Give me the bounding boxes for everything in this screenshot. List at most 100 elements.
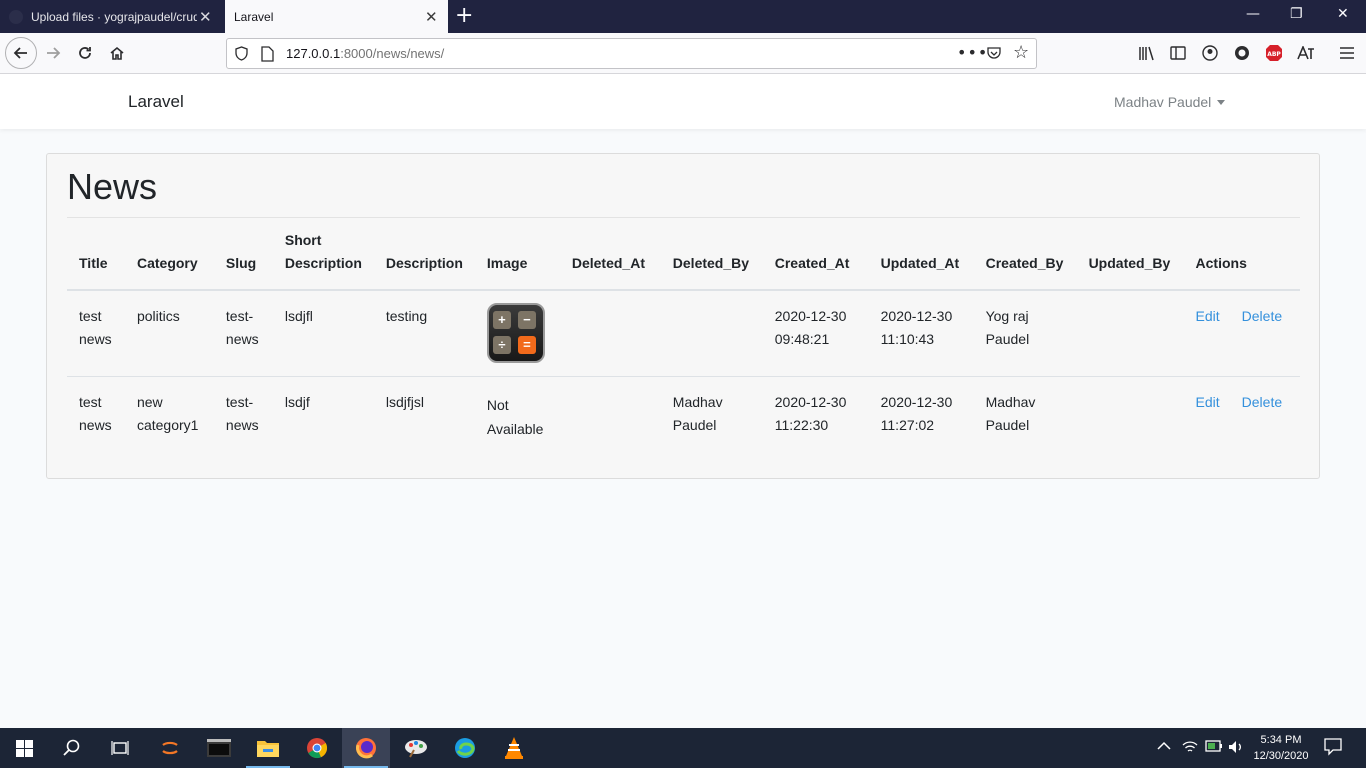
windows-taskbar: 5:34 PM 12/30/2020 <box>0 728 1366 768</box>
notification-icon[interactable] <box>1324 738 1342 760</box>
cell-actions: Edit Delete <box>1183 290 1300 377</box>
cell-slug: test-news <box>213 290 273 377</box>
library-icon[interactable] <box>1137 43 1157 63</box>
page-actions-icon[interactable]: ••• <box>957 43 988 62</box>
search-icon[interactable] <box>60 736 84 760</box>
delete-link[interactable]: Delete <box>1242 308 1282 324</box>
cell-description: testing <box>373 290 475 377</box>
reload-button[interactable] <box>70 38 100 68</box>
cell-short-description: lsdjfl <box>272 290 374 377</box>
caret-down-icon <box>1217 99 1226 105</box>
cell-description: lsdjfjsl <box>385 393 424 410</box>
battery-icon[interactable] <box>1205 740 1223 756</box>
minimize-button[interactable]: — <box>1246 6 1260 22</box>
cell-title: test news <box>67 290 125 377</box>
edit-link[interactable]: Edit <box>1196 394 1220 410</box>
cell-updated-at: 2020-12-30 11:27:02 <box>880 393 953 433</box>
divider <box>67 217 1300 218</box>
terminal-icon[interactable] <box>207 736 231 760</box>
sidebar-icon[interactable] <box>1168 43 1188 63</box>
close-icon[interactable]: ✕ <box>425 8 438 26</box>
tab-title: Upload files · yograjpaudel/crud-ope <box>31 10 197 24</box>
extension-icon[interactable] <box>1232 43 1252 63</box>
clock-time: 5:34 PM <box>1260 734 1302 746</box>
cell-created-by: Madhav Paudel <box>985 393 1036 433</box>
home-icon <box>110 46 124 60</box>
paint-icon[interactable] <box>404 736 428 760</box>
column-header: Created_By <box>973 229 1077 291</box>
column-header: Image <box>474 229 560 291</box>
adblock-icon[interactable]: ABP <box>1264 43 1284 63</box>
column-header: Deleted_At <box>559 229 661 291</box>
url-path: :8000/news/news/ <box>340 46 445 61</box>
page-icon[interactable] <box>261 46 274 62</box>
edit-link[interactable]: Edit <box>1196 308 1220 324</box>
vlc-icon[interactable] <box>502 736 526 760</box>
bookmark-star-icon[interactable]: ☆ <box>1013 42 1029 63</box>
column-header: Slug <box>213 229 273 291</box>
tab-laravel[interactable]: Laravel ✕ <box>225 0 448 33</box>
forward-button[interactable] <box>38 38 68 68</box>
url-host: 127.0.0.1 <box>286 46 341 61</box>
url-bar[interactable]: 127.0.0.1:8000/news/news/ ••• ☆ <box>226 38 1037 69</box>
column-header: Actions <box>1183 229 1300 291</box>
news-card: News Title Category Slug Short Descripti… <box>46 153 1320 479</box>
table-row: test news new category1 test-news lsdjf … <box>67 376 1300 462</box>
close-icon[interactable]: ✕ <box>199 8 212 26</box>
news-table: Title Category Slug Short Description De… <box>67 229 1300 462</box>
cell-actions: Edit Delete <box>1184 376 1300 462</box>
column-header: Title <box>67 229 125 291</box>
cell-created-at: 2020-12-30 11:22:30 <box>774 393 847 433</box>
cell-slug: test-news <box>225 393 259 433</box>
wifi-icon[interactable] <box>1182 740 1198 758</box>
system-clock[interactable]: 5:34 PM 12/30/2020 <box>1248 732 1314 764</box>
delete-link[interactable]: Delete <box>1242 394 1282 410</box>
cell-deleted-at <box>559 290 661 377</box>
volume-icon[interactable] <box>1228 740 1244 758</box>
show-hidden-icons-icon[interactable] <box>1157 740 1171 755</box>
browser-tab-strip: Upload files · yograjpaudel/crud-ope ✕ L… <box>0 0 1366 33</box>
windows-start-icon[interactable] <box>12 736 36 760</box>
back-button[interactable] <box>5 37 37 69</box>
translate-icon[interactable] <box>1296 43 1316 63</box>
edge-icon[interactable] <box>453 736 477 760</box>
tab-github-upload[interactable]: Upload files · yograjpaudel/crud-ope ✕ <box>0 0 224 33</box>
shield-icon[interactable] <box>235 46 248 61</box>
chrome-icon[interactable] <box>305 736 329 760</box>
firefox-icon[interactable] <box>354 736 378 760</box>
forward-arrow-icon <box>47 47 61 59</box>
pocket-icon[interactable] <box>987 46 1001 60</box>
column-header: Deleted_By <box>660 229 763 291</box>
clock-date: 12/30/2020 <box>1253 750 1309 762</box>
cell-updated-by <box>1076 290 1184 377</box>
new-tab-button[interactable]: + <box>455 3 473 28</box>
cell-deleted-by: Madhav Paudel <box>672 393 723 433</box>
cell-short-description: lsdjf <box>284 393 310 410</box>
calculator-icon: + − ÷ = <box>486 303 545 363</box>
tab-title: Laravel <box>234 10 274 24</box>
window-close-button[interactable]: ✕ <box>1337 6 1349 22</box>
cell-deleted-at <box>560 376 661 462</box>
hamburger-menu-icon[interactable] <box>1337 43 1357 63</box>
back-arrow-icon <box>13 47 27 59</box>
column-header: Created_At <box>762 229 869 291</box>
reload-icon <box>79 47 91 59</box>
cell-updated-by <box>1077 376 1184 462</box>
cell-image: Not Available <box>475 376 560 462</box>
jupyter-icon[interactable] <box>158 736 182 760</box>
cell-category: politics <box>124 290 214 377</box>
account-icon[interactable] <box>1200 43 1220 63</box>
app-navbar: Laravel Madhav Paudel <box>0 74 1366 129</box>
cell-created-at: 2020-12-30 09:48:21 <box>762 290 869 377</box>
task-view-icon[interactable] <box>108 736 132 760</box>
column-header: Description <box>373 229 475 291</box>
restore-button[interactable]: ❐ <box>1290 6 1303 22</box>
user-dropdown[interactable]: Madhav Paudel <box>1114 94 1226 110</box>
column-header: Updated_At <box>868 229 974 291</box>
file-explorer-icon[interactable] <box>256 736 280 760</box>
cell-category: new category1 <box>136 393 199 433</box>
user-name: Madhav Paudel <box>1114 94 1212 110</box>
brand-link[interactable]: Laravel <box>128 92 184 112</box>
url-text[interactable]: 127.0.0.1:8000/news/news/ <box>286 46 444 61</box>
home-button[interactable] <box>102 38 132 68</box>
